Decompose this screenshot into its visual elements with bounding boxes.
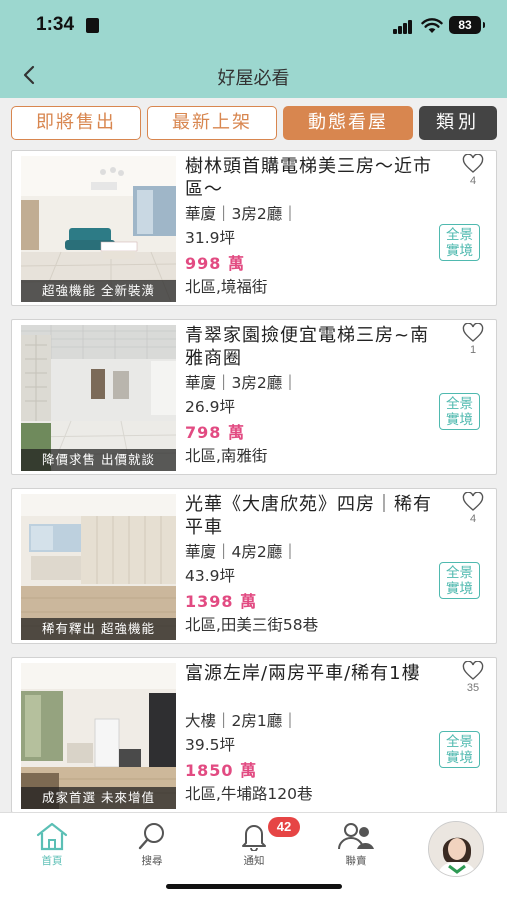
tab-selling-soon[interactable]: 即將售出 bbox=[11, 106, 141, 140]
search-icon bbox=[138, 823, 164, 850]
tab-category[interactable]: 類別 bbox=[419, 106, 497, 140]
listing-spec: 華廈｜3房2廳｜ bbox=[185, 374, 298, 392]
listing-address: 北區,牛埔路120巷 bbox=[185, 785, 313, 803]
agent-avatar[interactable] bbox=[428, 821, 484, 877]
vr-tour-button[interactable]: 全景實境 bbox=[439, 562, 480, 599]
listing-photo[interactable]: 降價求售 出價就談 bbox=[21, 325, 176, 471]
listing-card[interactable]: 超強機能 全新裝潢 樹林頭首購電梯美三房～近市區～ 華廈｜3房2廳｜ 31.9坪… bbox=[11, 150, 497, 306]
feature-tags: 稀有釋出 超強機能 bbox=[21, 618, 176, 640]
vr-tour-button[interactable]: 全景實境 bbox=[439, 224, 480, 261]
feature-tags: 超強機能 全新裝潢 bbox=[21, 280, 176, 302]
listing-title[interactable]: 樹林頭首購電梯美三房～近市區～ bbox=[185, 155, 445, 201]
listing-photo[interactable]: 成家首選 未來增值 bbox=[21, 663, 176, 809]
listing-title[interactable]: 光華《大唐欣苑》四房｜稀有平車 bbox=[185, 493, 445, 539]
listing-spec: 大樓｜2房1廳｜ bbox=[185, 712, 298, 730]
status-bar: 1:34 83 bbox=[0, 12, 507, 42]
nav-home-label: 首頁 bbox=[41, 855, 63, 867]
nav-search-label: 搜尋 bbox=[141, 855, 163, 867]
home-icon bbox=[36, 822, 68, 851]
like-count: 4 bbox=[469, 513, 477, 525]
bell-icon bbox=[242, 825, 266, 851]
listing-photo[interactable]: 超強機能 全新裝潢 bbox=[21, 156, 176, 302]
listing-price: 1850 萬 bbox=[185, 761, 258, 780]
heart-icon[interactable] bbox=[462, 323, 484, 343]
cellular-signal-icon bbox=[393, 20, 413, 34]
listing-address: 北區,境福街 bbox=[185, 278, 268, 296]
listing-area: 31.9坪 bbox=[185, 229, 236, 247]
listing-area: 26.9坪 bbox=[185, 398, 236, 416]
nav-bar: 好屋必看 bbox=[0, 58, 507, 94]
listing-card[interactable]: 降價求售 出價就談 青翠家園撿便宜電梯三房~南雅商圈 華廈｜3房2廳｜ 26.9… bbox=[11, 319, 497, 475]
top-header: 1:34 83 好屋必看 bbox=[0, 0, 507, 98]
heart-icon[interactable] bbox=[462, 492, 484, 512]
listing-area: 39.5坪 bbox=[185, 736, 236, 754]
people-icon bbox=[338, 823, 374, 850]
nav-search[interactable]: 搜尋 bbox=[122, 821, 182, 868]
nav-contact-label: 聯賣 bbox=[345, 855, 367, 867]
listing-title[interactable]: 青翠家園撿便宜電梯三房~南雅商圈 bbox=[185, 324, 445, 370]
nav-notify-label: 通知 bbox=[243, 855, 265, 867]
vr-tour-button[interactable]: 全景實境 bbox=[439, 731, 480, 768]
tab-new-listings[interactable]: 最新上架 bbox=[147, 106, 277, 140]
battery-icon: 83 bbox=[449, 16, 485, 34]
avatar-image bbox=[429, 822, 483, 876]
like-count: 4 bbox=[469, 175, 477, 187]
listing-price: 998 萬 bbox=[185, 254, 245, 273]
listing-title[interactable]: 富源左岸/兩房平車/稀有1樓 bbox=[185, 662, 445, 685]
feature-tags: 降價求售 出價就談 bbox=[21, 449, 176, 471]
listing-card[interactable]: 成家首選 未來增值 富源左岸/兩房平車/稀有1樓 大樓｜2房1廳｜ 39.5坪 … bbox=[11, 657, 497, 813]
filter-tabs: 即將售出 最新上架 動態看屋 類別 bbox=[11, 106, 497, 140]
nav-home[interactable]: 首頁 bbox=[22, 821, 82, 868]
page-title: 好屋必看 bbox=[217, 68, 290, 89]
listing-spec: 華廈｜3房2廳｜ bbox=[185, 205, 298, 223]
nav-contact[interactable]: 聯賣 bbox=[326, 821, 386, 868]
wifi-icon bbox=[421, 18, 443, 33]
listing-price: 1398 萬 bbox=[185, 592, 258, 611]
vr-tour-button[interactable]: 全景實境 bbox=[439, 393, 480, 430]
listing-card[interactable]: 稀有釋出 超強機能 光華《大唐欣苑》四房｜稀有平車 華廈｜4房2廳｜ 43.9坪… bbox=[11, 488, 497, 644]
listing-address: 北區,南雅街 bbox=[185, 447, 268, 465]
listing-area: 43.9坪 bbox=[185, 567, 236, 585]
like-count: 1 bbox=[469, 344, 477, 356]
listing-price: 798 萬 bbox=[185, 423, 245, 442]
listing-spec: 華廈｜4房2廳｜ bbox=[185, 543, 298, 561]
feature-tags: 成家首選 未來增值 bbox=[21, 787, 176, 809]
tab-video-tour[interactable]: 動態看屋 bbox=[283, 106, 413, 140]
notification-badge: 42 bbox=[268, 817, 300, 837]
like-count: 35 bbox=[466, 682, 480, 694]
home-indicator bbox=[166, 884, 342, 889]
heart-icon[interactable] bbox=[462, 661, 484, 681]
listing-address: 北區,田美三街58巷 bbox=[185, 616, 319, 634]
status-time: 1:34 bbox=[36, 14, 75, 35]
heart-icon[interactable] bbox=[462, 154, 484, 174]
listing-photo[interactable]: 稀有釋出 超強機能 bbox=[21, 494, 176, 640]
contact-card-icon bbox=[86, 18, 99, 33]
